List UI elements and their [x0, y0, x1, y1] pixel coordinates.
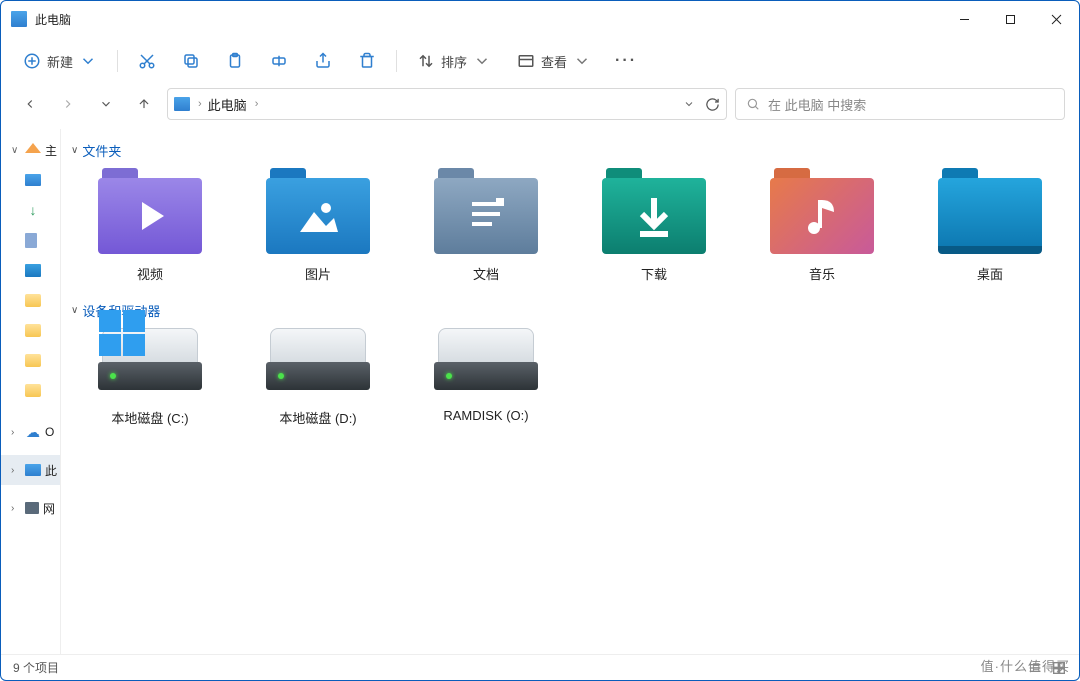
picture-icon	[25, 264, 41, 277]
home-icon	[25, 143, 41, 153]
sort-label: 排序	[441, 52, 467, 71]
group-header-folders[interactable]: ∨ 文件夹	[71, 141, 1069, 160]
drive-c[interactable]: 本地磁盘 (C:)	[71, 328, 229, 427]
recent-button[interactable]	[91, 89, 121, 119]
search-field[interactable]: 在 此电脑 中搜索	[735, 88, 1065, 120]
delete-button[interactable]	[348, 43, 386, 79]
chevron-down-icon: ∨	[71, 145, 78, 156]
network-icon	[25, 502, 39, 514]
drive-label: 本地磁盘 (C:)	[111, 408, 188, 427]
folder-documents[interactable]: 文档	[407, 168, 565, 283]
new-label: 新建	[47, 52, 73, 71]
cut-button[interactable]	[128, 43, 166, 79]
item-count: 9 个项目	[13, 659, 59, 676]
chevron-right-icon: ›	[198, 98, 202, 110]
folder-label: 图片	[305, 264, 331, 283]
pc-icon	[174, 97, 190, 111]
folder-downloads[interactable]: 下载	[575, 168, 733, 283]
drive-o[interactable]: RAMDISK (O:)	[407, 328, 565, 427]
sidebar-item-network[interactable]: ›网	[1, 493, 60, 523]
search-placeholder: 在 此电脑 中搜索	[768, 95, 866, 114]
status-bar: 9 个项目	[1, 654, 1079, 680]
document-icon	[25, 233, 37, 248]
folder-label: 音乐	[809, 264, 835, 283]
folder-label: 视频	[137, 264, 163, 283]
sidebar-item-pictures[interactable]	[1, 255, 60, 285]
minimize-button[interactable]	[941, 1, 987, 37]
folder-icon	[25, 324, 41, 337]
more-button[interactable]: ···	[607, 43, 645, 79]
copy-button[interactable]	[172, 43, 210, 79]
sidebar-item-folder[interactable]	[1, 285, 60, 315]
rename-button[interactable]	[260, 43, 298, 79]
folder-pictures[interactable]: 图片	[239, 168, 397, 283]
group-label: 文件夹	[82, 141, 121, 160]
sidebar-item-onedrive[interactable]: ›☁O	[1, 417, 60, 447]
share-button[interactable]	[304, 43, 342, 79]
chevron-down-icon: ∨	[71, 305, 78, 316]
sidebar-item-thispc[interactable]: ›此	[1, 455, 60, 485]
sidebar-item-documents[interactable]	[1, 225, 60, 255]
folder-icon	[25, 384, 41, 397]
toolbar: 新建 排序 查看 ···	[1, 37, 1079, 85]
folder-label: 桌面	[977, 264, 1003, 283]
window-title: 此电脑	[35, 11, 71, 28]
drive-label: RAMDISK (O:)	[443, 408, 528, 423]
back-button[interactable]	[15, 89, 45, 119]
sidebar: ∨主 ↓ ›☁O ›此 ›网	[1, 129, 61, 654]
breadcrumb[interactable]: 此电脑	[208, 95, 247, 114]
group-header-drives[interactable]: ∨ 设备和驱动器	[71, 301, 1069, 320]
sidebar-item-folder[interactable]	[1, 315, 60, 345]
forward-button[interactable]	[53, 89, 83, 119]
refresh-icon[interactable]	[705, 97, 720, 112]
folder-label: 下载	[641, 264, 667, 283]
view-button[interactable]: 查看	[507, 43, 601, 79]
sidebar-item-downloads[interactable]: ↓	[1, 195, 60, 225]
title-bar: 此电脑	[1, 1, 1079, 37]
desktop-icon	[25, 174, 41, 186]
chevron-down-icon[interactable]	[683, 98, 695, 110]
address-bar: › 此电脑 › 在 此电脑 中搜索	[1, 85, 1079, 129]
folder-icon	[25, 294, 41, 307]
pc-icon	[25, 464, 41, 476]
folder-desktop[interactable]: 桌面	[911, 168, 1069, 283]
cloud-icon: ☁	[25, 424, 41, 440]
sidebar-item-folder[interactable]	[1, 375, 60, 405]
close-button[interactable]	[1033, 1, 1079, 37]
download-icon: ↓	[25, 202, 41, 218]
chevron-right-icon[interactable]: ›	[255, 98, 259, 110]
view-label: 查看	[541, 52, 567, 71]
content-pane: ∨ 文件夹 视频 图片 文档 下载	[61, 129, 1079, 654]
sidebar-item-desktop[interactable]	[1, 165, 60, 195]
folder-icon	[25, 354, 41, 367]
folders-grid: 视频 图片 文档 下载 音乐	[71, 168, 1069, 283]
paste-button[interactable]	[216, 43, 254, 79]
search-icon	[746, 97, 760, 111]
folder-music[interactable]: 音乐	[743, 168, 901, 283]
new-button[interactable]: 新建	[13, 43, 107, 79]
drive-label: 本地磁盘 (D:)	[279, 408, 356, 427]
details-view-icon[interactable]	[1027, 660, 1043, 676]
separator	[396, 50, 397, 72]
folder-label: 文档	[473, 264, 499, 283]
folder-videos[interactable]: 视频	[71, 168, 229, 283]
app-icon	[11, 11, 27, 27]
up-button[interactable]	[129, 89, 159, 119]
drives-grid: 本地磁盘 (C:) 本地磁盘 (D:) RAMDISK (O:)	[71, 328, 1069, 427]
sidebar-item-folder[interactable]	[1, 345, 60, 375]
address-field[interactable]: › 此电脑 ›	[167, 88, 727, 120]
separator	[117, 50, 118, 72]
maximize-button[interactable]	[987, 1, 1033, 37]
drive-d[interactable]: 本地磁盘 (D:)	[239, 328, 397, 427]
windows-logo-icon	[99, 310, 145, 356]
large-icons-view-icon[interactable]	[1051, 660, 1067, 676]
sort-button[interactable]: 排序	[407, 43, 501, 79]
sidebar-item-home[interactable]: ∨主	[1, 135, 60, 165]
